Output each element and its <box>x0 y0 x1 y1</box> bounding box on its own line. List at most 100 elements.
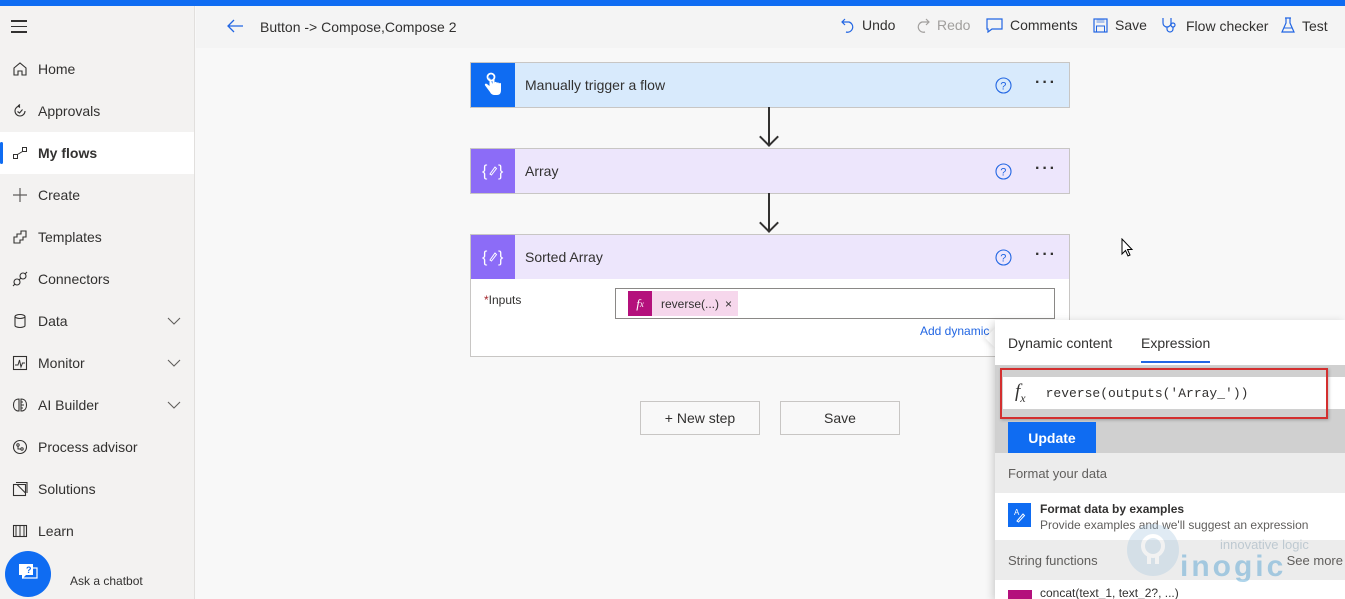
step-header[interactable]: {} Sorted Array ? ··· <box>471 235 1069 279</box>
flow-breadcrumb: Button -> Compose,Compose 2 <box>260 19 457 35</box>
svg-text:}: } <box>498 249 504 266</box>
tab-expression[interactable]: Expression <box>1141 335 1211 363</box>
svg-text:?: ? <box>1000 81 1006 93</box>
expression-input[interactable]: fx reverse(outputs('Array_')) <box>1003 377 1345 409</box>
sidebar-item-my-flows[interactable]: My flows <box>0 132 194 174</box>
sidebar-item-label: Learn <box>38 523 74 539</box>
format-item-title: Format data by examples <box>1040 502 1185 516</box>
function-icon <box>1008 590 1032 599</box>
sidebar-item-connectors[interactable]: Connectors <box>0 258 194 300</box>
sidebar-item-label: Solutions <box>38 481 96 497</box>
svg-text:?: ? <box>26 565 32 575</box>
step-header[interactable]: Manually trigger a flow ? ··· <box>471 63 1069 107</box>
step-title: Sorted Array <box>525 249 603 265</box>
designer-header: Button -> Compose,Compose 2 Undo Redo Co… <box>196 6 1345 48</box>
inputs-label-text: Inputs <box>488 293 522 307</box>
sidebar-item-label: Connectors <box>38 271 110 287</box>
chevron-down-icon[interactable] <box>166 313 182 332</box>
remove-token-icon[interactable]: × <box>725 297 732 311</box>
sidebar-item-home[interactable]: Home <box>0 48 194 90</box>
flow-checker-button[interactable]: Flow checker <box>1161 17 1268 34</box>
solutions-icon <box>10 481 30 497</box>
connectors-icon <box>10 271 30 287</box>
flow-checker-label: Flow checker <box>1186 17 1269 34</box>
see-more-link[interactable]: See more <box>1287 553 1343 568</box>
tab-dynamic-content[interactable]: Dynamic content <box>1008 335 1112 361</box>
redo-button[interactable]: Redo <box>916 17 970 33</box>
comment-icon <box>986 17 1003 33</box>
sorted-array-step-card[interactable]: {} Sorted Array ? ··· *Inputs fx reverse… <box>470 234 1070 357</box>
svg-text:?: ? <box>1000 167 1006 179</box>
svg-text:{: { <box>482 249 488 266</box>
book-icon <box>10 523 30 539</box>
database-icon <box>10 313 30 329</box>
svg-text:{: { <box>482 163 488 180</box>
help-icon[interactable]: ? <box>995 163 1012 185</box>
stethoscope-icon <box>1162 18 1176 33</box>
undo-label: Undo <box>862 17 896 33</box>
format-data-by-examples-item[interactable]: A Format data by examples Provide exampl… <box>995 493 1345 537</box>
new-step-button[interactable]: + New step <box>640 401 760 435</box>
help-icon[interactable]: ? <box>995 249 1012 271</box>
sidebar-item-label: Templates <box>38 229 102 245</box>
step-header[interactable]: {} Array ? ··· <box>471 149 1069 193</box>
test-button[interactable]: Test <box>1281 17 1328 34</box>
more-options-icon[interactable]: ··· <box>1035 75 1057 91</box>
sidebar-item-templates[interactable]: Templates <box>0 216 194 258</box>
flows-icon <box>10 145 30 161</box>
svg-text:A: A <box>1014 508 1020 517</box>
compose-icon: {} <box>471 149 515 193</box>
sidebar-item-data[interactable]: Data <box>0 300 194 342</box>
help-icon[interactable]: ? <box>995 77 1012 99</box>
inputs-field[interactable]: fx reverse(...) × <box>615 288 1055 319</box>
section-title: String functions <box>1008 552 1098 568</box>
array-step-card[interactable]: {} Array ? ··· <box>470 148 1070 194</box>
undo-icon <box>841 18 854 33</box>
more-options-icon[interactable]: ··· <box>1035 161 1057 177</box>
save-icon <box>1093 17 1108 33</box>
ai-builder-icon <box>10 397 30 413</box>
add-dynamic-content-link[interactable]: Add dynamic content <box>920 324 991 338</box>
chevron-down-icon[interactable] <box>166 397 182 416</box>
sidebar-item-process-advisor[interactable]: Process advisor <box>0 426 194 468</box>
mouse-cursor-icon <box>1121 237 1135 263</box>
format-by-example-icon: A <box>1008 503 1031 527</box>
templates-icon <box>10 229 30 245</box>
sidebar-item-ai-builder[interactable]: AI Builder <box>0 384 194 426</box>
chatbot-button[interactable]: ? <box>5 551 51 597</box>
sidebar-item-monitor[interactable]: Monitor <box>0 342 194 384</box>
update-button[interactable]: Update <box>1008 422 1096 453</box>
save-label: Save <box>1115 17 1147 33</box>
sidebar-item-label: Home <box>38 61 76 77</box>
save-flow-button[interactable]: Save <box>780 401 900 435</box>
back-arrow-icon[interactable] <box>226 18 244 39</box>
expression-token[interactable]: fx reverse(...) × <box>628 291 739 316</box>
connector-arrow-icon <box>759 127 779 147</box>
sidebar-item-create[interactable]: Create <box>0 174 194 216</box>
process-advisor-icon <box>10 439 30 455</box>
chatbot-label[interactable]: Ask a chatbot <box>70 574 143 588</box>
chevron-down-icon[interactable] <box>166 355 182 374</box>
hamburger-icon[interactable] <box>11 20 27 34</box>
comments-button[interactable]: Comments <box>986 17 1078 33</box>
test-label: Test <box>1302 17 1328 34</box>
section-title: Format your data <box>1008 465 1107 481</box>
format-item-subtitle: Provide examples and we'll suggest an ex… <box>1040 518 1309 532</box>
sidebar-item-solutions[interactable]: Solutions <box>0 468 194 510</box>
comments-label: Comments <box>1010 17 1078 33</box>
trigger-step-card[interactable]: Manually trigger a flow ? ··· <box>470 62 1070 108</box>
sidebar-item-approvals[interactable]: Approvals <box>0 90 194 132</box>
sidebar-item-label: Data <box>38 313 68 329</box>
step-title: Manually trigger a flow <box>525 77 666 93</box>
fx-icon: fx <box>1015 380 1026 405</box>
undo-button[interactable]: Undo <box>841 17 895 33</box>
save-toolbar-button[interactable]: Save <box>1093 17 1147 33</box>
inputs-label: *Inputs <box>484 293 521 307</box>
sidebar-item-label: Process advisor <box>38 439 138 455</box>
function-item-concat[interactable]: concat(text_1, text_2?, ...) <box>995 582 1345 599</box>
more-options-icon[interactable]: ··· <box>1035 247 1057 263</box>
svg-text:?: ? <box>1000 253 1006 265</box>
connector-arrow-icon <box>759 213 779 233</box>
sidebar-item-learn[interactable]: Learn <box>0 510 194 552</box>
monitor-icon <box>10 355 30 371</box>
